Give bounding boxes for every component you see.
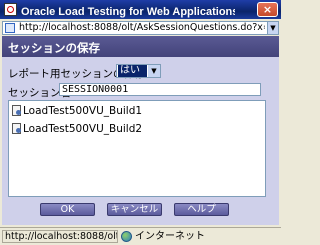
- browser-app-icon: [4, 3, 17, 16]
- browser-popup-window: Oracle Load Testing for Web Applications…: [0, 0, 281, 245]
- session-document-icon: [12, 123, 21, 134]
- list-item-label: LoadTest500VU_Build2: [23, 123, 143, 135]
- address-url[interactable]: http://localhost:8088/olt/AskSessionQues…: [19, 22, 265, 34]
- chevron-down-icon[interactable]: ▼: [148, 65, 160, 77]
- report-save-select-value: はい: [118, 65, 147, 77]
- session-list[interactable]: LoadTest500VU_Build1 LoadTest500VU_Build…: [8, 100, 266, 197]
- close-button[interactable]: ×: [257, 2, 278, 17]
- chevron-down-icon[interactable]: ▼: [267, 22, 278, 34]
- report-save-select[interactable]: はい ▼: [116, 64, 161, 78]
- dialog-header: セッションの保存: [2, 36, 279, 57]
- security-zone-label: インターネット: [135, 231, 205, 242]
- cancel-button[interactable]: キャンセル: [107, 203, 162, 216]
- ok-button[interactable]: OK: [40, 203, 95, 216]
- list-item-label: LoadTest500VU_Build1: [23, 105, 143, 117]
- window-title: Oracle Load Testing for Web Applications…: [21, 6, 235, 18]
- page-icon: [5, 23, 15, 33]
- session-name-input[interactable]: SESSION0001: [59, 83, 261, 96]
- globe-icon: [121, 231, 132, 242]
- status-bar: http://localhost:8088/olt/AskSe インターネット: [0, 227, 281, 245]
- title-bar[interactable]: Oracle Load Testing for Web Applications…: [0, 0, 281, 19]
- dialog-title: セッションの保存: [8, 41, 100, 55]
- dialog-body: レポート用セッションの保存: はい ▼ セッション名: SESSION0001 …: [2, 57, 279, 225]
- address-bar[interactable]: http://localhost:8088/olt/AskSessionQues…: [2, 21, 279, 35]
- status-url: http://localhost:8088/olt/AskSe: [2, 230, 118, 243]
- session-document-icon: [12, 105, 21, 116]
- help-button[interactable]: ヘルプ: [174, 203, 229, 216]
